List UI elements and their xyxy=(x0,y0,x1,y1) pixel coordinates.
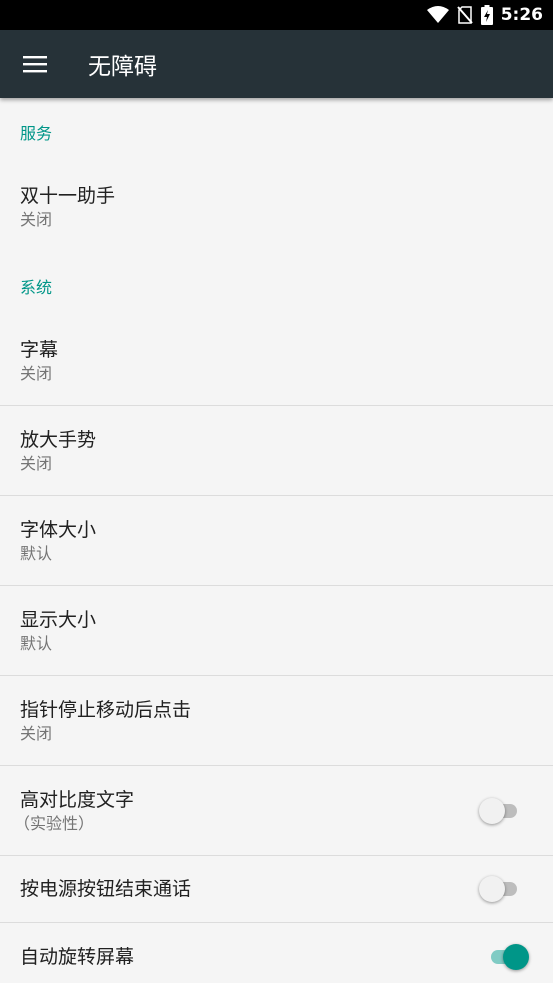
switch-thumb xyxy=(503,943,529,970)
item-summary: 关闭 xyxy=(20,210,53,229)
list-item-captions[interactable]: 字幕 关闭 xyxy=(0,316,553,406)
section-header-services: 服务 xyxy=(20,124,53,143)
item-summary: 关闭 xyxy=(20,723,53,743)
list-item-magnification-gestures[interactable]: 放大手势 关闭 xyxy=(0,406,553,496)
high-contrast-text-toggle[interactable] xyxy=(479,797,521,824)
list-item-auto-rotate-screen[interactable]: 自动旋转屏幕 xyxy=(0,923,553,983)
item-title: 显示大小 xyxy=(20,608,97,631)
settings-list[interactable]: 服务 双十一助手 关闭 系统 字幕 关闭 放大手势 关闭 字体大小 默认 显示大… xyxy=(0,98,553,983)
item-title: 高对比度文字 xyxy=(20,788,135,811)
item-title: 双十一助手 xyxy=(20,185,116,207)
power-button-ends-call-toggle[interactable] xyxy=(479,876,521,902)
item-title: 字幕 xyxy=(20,338,59,361)
list-item-display-size[interactable]: 显示大小 默认 xyxy=(0,586,553,676)
item-title: 放大手势 xyxy=(20,428,97,451)
auto-rotate-screen-toggle[interactable] xyxy=(487,943,529,970)
status-bar: 5:26 xyxy=(0,0,553,30)
item-summary: （实验性） xyxy=(14,813,95,833)
wifi-icon xyxy=(426,6,449,24)
page-title: 无障碍 xyxy=(88,54,157,80)
no-sim-icon xyxy=(456,6,473,24)
switch-thumb xyxy=(479,797,505,824)
section-header-system: 系统 xyxy=(20,278,53,297)
item-title: 指针停止移动后点击 xyxy=(20,698,192,721)
hamburger-menu-icon[interactable] xyxy=(0,30,70,98)
list-item-font-size[interactable]: 字体大小 默认 xyxy=(0,496,553,586)
list-item-double-eleven-assistant[interactable]: 双十一助手 关闭 xyxy=(0,162,553,252)
item-title: 按电源按钮结束通话 xyxy=(20,878,192,900)
item-summary: 默认 xyxy=(20,543,53,563)
status-time: 5:26 xyxy=(500,5,543,25)
item-summary: 关闭 xyxy=(20,363,53,383)
battery-charging-icon xyxy=(480,5,493,25)
list-item-power-button-ends-call[interactable]: 按电源按钮结束通话 xyxy=(0,856,553,923)
switch-thumb xyxy=(479,876,505,902)
list-item-high-contrast-text[interactable]: 高对比度文字 （实验性） xyxy=(0,766,553,856)
item-title: 字体大小 xyxy=(20,518,97,541)
list-item-click-after-pointer-stops[interactable]: 指针停止移动后点击 关闭 xyxy=(0,676,553,766)
item-summary: 关闭 xyxy=(20,453,53,473)
app-bar: 无障碍 xyxy=(0,30,553,98)
item-summary: 默认 xyxy=(20,633,53,653)
item-title: 自动旋转屏幕 xyxy=(20,945,135,968)
